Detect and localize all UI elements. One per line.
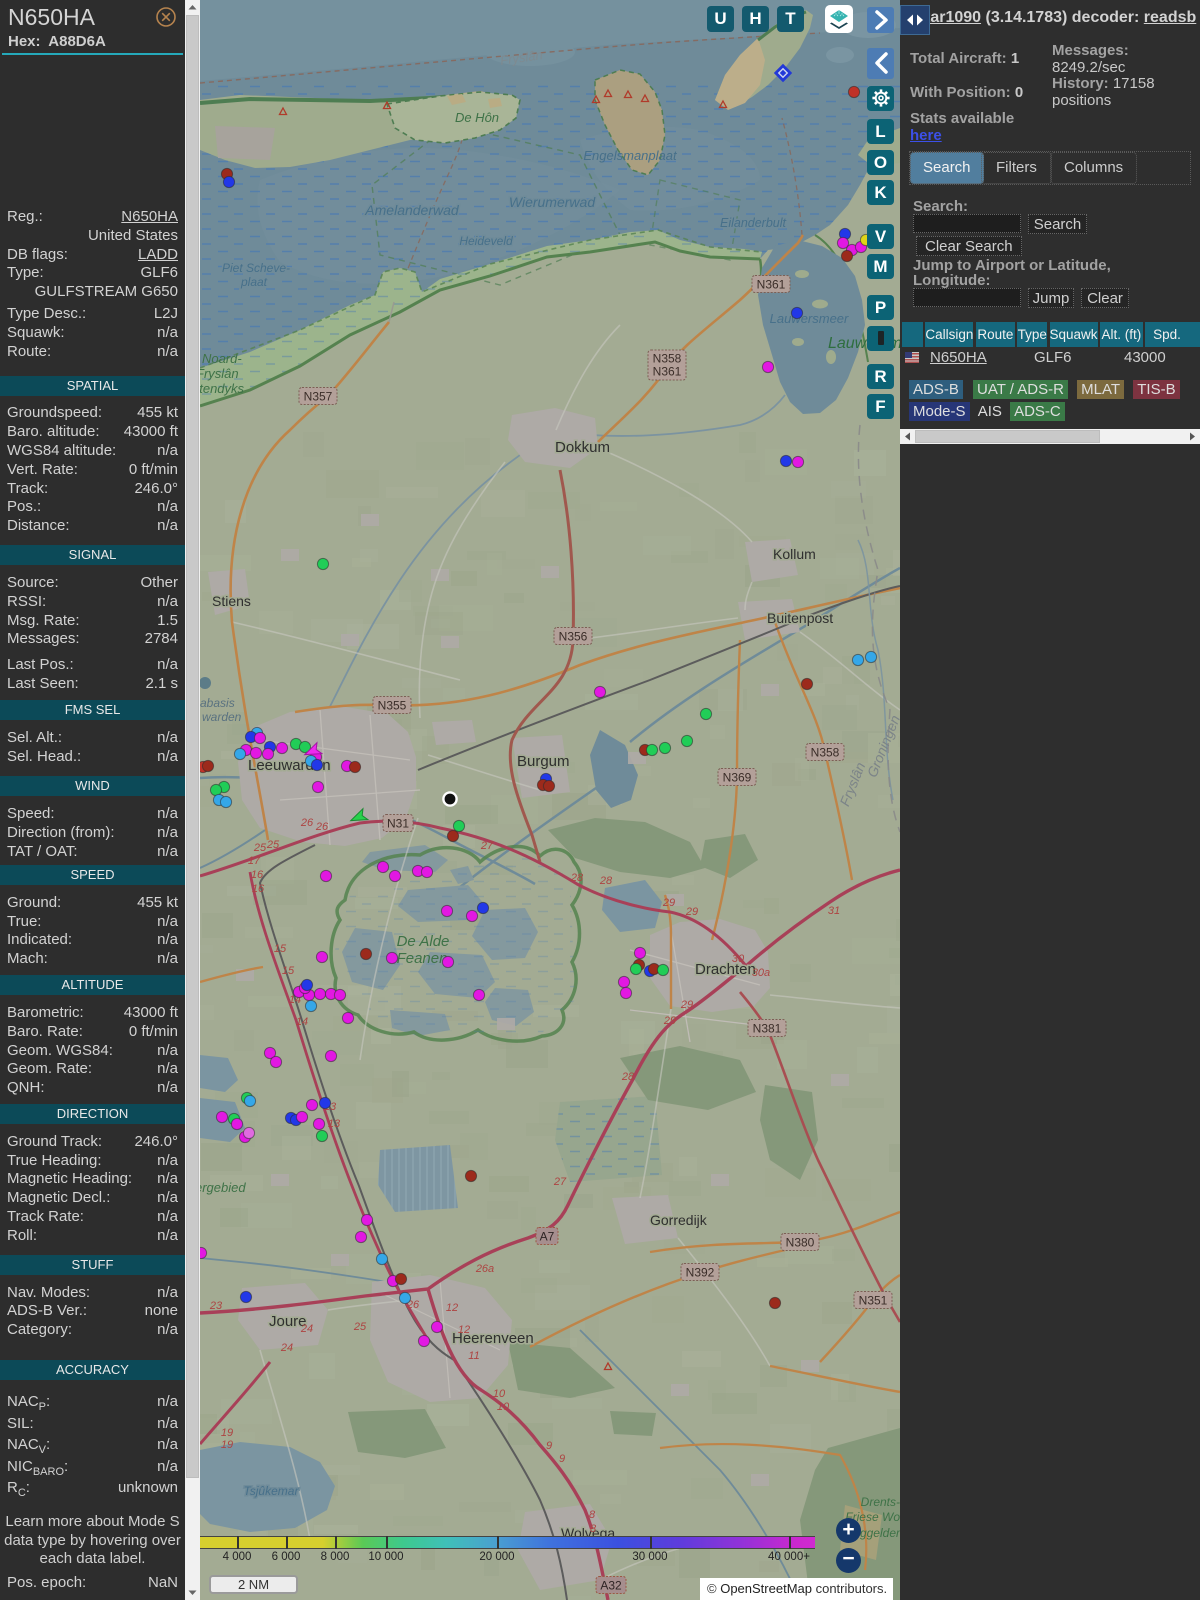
- svg-text:26a: 26a: [475, 1263, 494, 1275]
- svg-text:Amelanderwad: Amelanderwad: [364, 202, 460, 218]
- svg-text:Tsjûkemar: Tsjûkemar: [244, 1484, 300, 1498]
- svg-text:N369: N369: [723, 771, 752, 785]
- svg-text:N380: N380: [786, 1236, 815, 1250]
- svg-text:25: 25: [353, 1321, 367, 1333]
- svg-text:ergebied: ergebied: [200, 1180, 246, 1195]
- svg-text:17: 17: [248, 855, 261, 867]
- svg-text:28: 28: [621, 1071, 635, 1083]
- svg-text:A32: A32: [600, 1579, 622, 1593]
- svg-text:N357: N357: [304, 390, 333, 404]
- svg-text:29: 29: [680, 999, 693, 1011]
- svg-text:12: 12: [458, 1324, 470, 1336]
- svg-text:N392: N392: [686, 1266, 715, 1280]
- svg-text:25: 25: [253, 842, 267, 854]
- svg-text:12: 12: [446, 1302, 458, 1314]
- svg-text:28: 28: [599, 875, 613, 887]
- svg-text:19: 19: [221, 1439, 233, 1451]
- svg-text:28: 28: [570, 872, 584, 884]
- svg-text:plaat: plaat: [240, 275, 268, 289]
- svg-text:31: 31: [828, 905, 840, 917]
- svg-text:8: 8: [589, 1509, 596, 1521]
- svg-text:16: 16: [252, 883, 265, 895]
- svg-text:29: 29: [685, 906, 698, 918]
- svg-text:27: 27: [553, 1176, 567, 1188]
- svg-text:Noard-: Noard-: [202, 351, 242, 366]
- svg-text:11: 11: [468, 1350, 479, 1362]
- svg-text:25: 25: [266, 839, 280, 851]
- svg-text:De Alde: De Alde: [397, 933, 450, 950]
- svg-text:29: 29: [662, 897, 675, 909]
- svg-text:19: 19: [221, 1427, 233, 1439]
- svg-text:Drents-: Drents-: [861, 1495, 900, 1509]
- svg-text:30a: 30a: [752, 967, 770, 979]
- svg-text:N351: N351: [859, 1294, 888, 1308]
- svg-text:N358: N358: [653, 352, 682, 366]
- svg-text:26: 26: [315, 821, 329, 833]
- svg-text:Eilanderbult: Eilanderbult: [720, 216, 787, 230]
- svg-text:10: 10: [497, 1401, 510, 1413]
- svg-text:13: 13: [328, 1118, 341, 1130]
- svg-text:Drachten: Drachten: [695, 961, 756, 978]
- svg-text:15: 15: [282, 965, 295, 977]
- svg-text:27: 27: [480, 840, 494, 852]
- svg-text:N361: N361: [653, 365, 682, 379]
- svg-text:24: 24: [300, 1323, 313, 1335]
- svg-text:Engelsmanplaat: Engelsmanplaat: [583, 148, 678, 163]
- svg-text:Lauwersmeer: Lauwersmeer: [770, 311, 849, 326]
- svg-text:Gorredijk: Gorredijk: [650, 1212, 708, 1228]
- svg-text:Fryslân: Fryslân: [200, 366, 239, 381]
- svg-text:Stiens: Stiens: [212, 593, 251, 609]
- svg-text:10: 10: [493, 1388, 506, 1400]
- svg-text:De Hôn: De Hôn: [455, 110, 499, 125]
- svg-text:Piet Scheve-: Piet Scheve-: [222, 261, 290, 275]
- svg-text:9: 9: [546, 1440, 552, 1452]
- svg-text:N361: N361: [757, 278, 786, 292]
- svg-text:Heideveld: Heideveld: [459, 234, 513, 248]
- svg-text:14: 14: [296, 1016, 308, 1028]
- svg-text:Buitenpost: Buitenpost: [767, 610, 833, 626]
- svg-text:Kollum: Kollum: [773, 546, 816, 562]
- svg-text:Feanen: Feanen: [397, 950, 448, 967]
- svg-text:Dokkum: Dokkum: [555, 439, 610, 456]
- svg-text:9: 9: [559, 1453, 565, 1465]
- svg-text:16: 16: [251, 869, 264, 881]
- svg-text:Burgum: Burgum: [517, 753, 570, 770]
- svg-text:N355: N355: [378, 699, 407, 713]
- svg-text:N381: N381: [753, 1022, 782, 1036]
- svg-text:24: 24: [280, 1342, 293, 1354]
- svg-text:N358: N358: [811, 746, 840, 760]
- svg-text:ûtendyks: ûtendyks: [200, 381, 245, 396]
- svg-text:abasis: abasis: [200, 696, 235, 710]
- svg-text:N31: N31: [387, 817, 409, 831]
- svg-text:A7: A7: [540, 1230, 555, 1244]
- svg-text:N356: N356: [559, 630, 588, 644]
- svg-text:30: 30: [732, 953, 745, 965]
- svg-text:23: 23: [209, 1300, 223, 1312]
- svg-text:15: 15: [274, 943, 287, 955]
- svg-text:Wierumerwad: Wierumerwad: [509, 194, 596, 210]
- svg-text:8: 8: [590, 1523, 597, 1535]
- svg-text:29: 29: [663, 1015, 676, 1027]
- svg-text:warden: warden: [202, 710, 242, 724]
- svg-text:26: 26: [300, 817, 314, 829]
